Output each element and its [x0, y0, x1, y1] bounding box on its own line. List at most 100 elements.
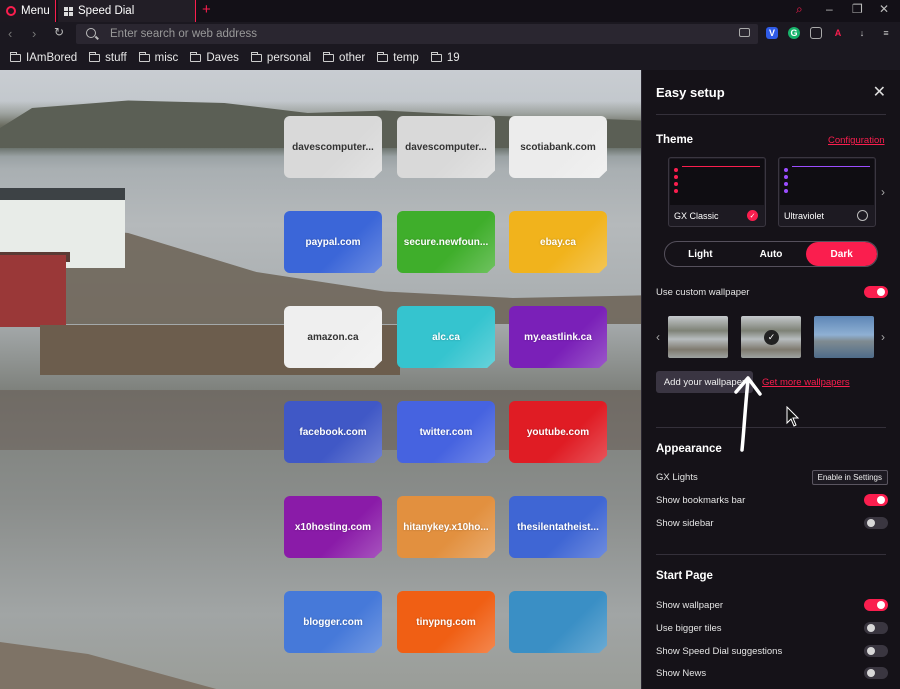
tile-label: facebook.com	[299, 426, 367, 438]
bookmarks-bar-toggle[interactable]	[864, 494, 888, 506]
new-tab-button[interactable]: +	[202, 1, 211, 18]
url-box[interactable]	[76, 24, 758, 44]
adblock-extension-icon[interactable]: A	[832, 27, 844, 39]
configuration-link[interactable]: Configuration	[828, 135, 885, 146]
speed-dial-suggestions-toggle[interactable]	[864, 645, 888, 657]
speed-dial-page: davescomputer... davescomputer... scotiaba…	[0, 70, 641, 689]
bookmark-folder[interactable]: stuff	[89, 52, 127, 64]
theme-name: Ultraviolet	[784, 211, 825, 221]
speed-dial-tile[interactable]	[509, 591, 607, 653]
theme-radio[interactable]	[857, 210, 868, 221]
speed-dial-tile[interactable]: scotiabank.com	[509, 116, 607, 178]
bookmarks-bar: IAmBored stuff misc Daves personal other temp 1…	[0, 46, 900, 70]
start-page-heading: Start Page	[656, 570, 713, 582]
reload-icon[interactable]: ↻	[54, 25, 64, 39]
bigger-tiles-label: Use bigger tiles	[656, 622, 722, 634]
tile-label: blogger.com	[303, 616, 363, 628]
shield-extension-icon[interactable]: V	[766, 27, 778, 39]
speed-dial-suggestions-row: Show Speed Dial suggestions	[656, 643, 888, 659]
easy-setup-icon[interactable]: ≡	[880, 27, 892, 39]
speed-dial-tile[interactable]: alc.ca	[397, 306, 495, 368]
tile-label: thesilentatheist...	[517, 521, 599, 533]
bigger-tiles-toggle[interactable]	[864, 622, 888, 634]
minimize-icon[interactable]: –	[826, 2, 833, 16]
appearance-heading: Appearance	[656, 443, 722, 455]
show-news-toggle[interactable]	[864, 667, 888, 679]
speed-dial-tile[interactable]: davescomputer...	[284, 116, 382, 178]
enable-in-settings-button[interactable]: Enable in Settings	[811, 469, 888, 485]
search-tabs-icon[interactable]: ⌕	[796, 2, 803, 17]
opera-logo-icon	[6, 6, 16, 16]
mode-dark[interactable]: Dark	[806, 242, 877, 266]
bookmark-folder[interactable]: 19	[430, 52, 460, 64]
speed-dial-tile[interactable]: paypal.com	[284, 211, 382, 273]
theme-gx-classic[interactable]: GX Classic ✓	[668, 157, 766, 227]
speed-dial-tile[interactable]: my.eastlink.ca	[509, 306, 607, 368]
bookmark-folder[interactable]: IAmBored	[10, 52, 77, 64]
wallpaper-thumb[interactable]	[668, 316, 728, 358]
bookmark-folder[interactable]: misc	[138, 52, 179, 64]
close-window-icon[interactable]: ✕	[879, 2, 889, 16]
folder-icon	[323, 52, 335, 62]
tile-label: ebay.ca	[540, 236, 576, 248]
tile-label: youtube.com	[526, 426, 590, 438]
tab-speed-dial[interactable]: Speed Dial	[58, 0, 196, 22]
easy-setup-panel: Easy setup ✕ Theme Configuration GX Clas…	[641, 70, 900, 689]
add-wallpaper-button[interactable]: Add your wallpaper	[656, 371, 753, 393]
cube-extension-icon[interactable]	[810, 27, 822, 39]
themes-next-icon[interactable]: ›	[881, 185, 885, 199]
address-bar: ‹ › ↻ V G A ↓ ≡	[0, 22, 900, 46]
speed-dial-tile[interactable]: amazon.ca	[284, 306, 382, 368]
theme-ultraviolet[interactable]: Ultraviolet	[778, 157, 876, 227]
bigger-tiles-row: Use bigger tiles	[656, 620, 888, 636]
speed-dial-tile[interactable]: x10hosting.com	[284, 496, 382, 558]
bookmark-folder[interactable]: other	[323, 52, 365, 64]
speed-dial-tile[interactable]: hitanykey.x10ho...	[397, 496, 495, 558]
bookmark-folder[interactable]: personal	[250, 52, 311, 64]
sidebar-toggle[interactable]	[864, 517, 888, 529]
theme-selected-radio[interactable]: ✓	[747, 210, 758, 221]
mode-light[interactable]: Light	[665, 242, 736, 266]
speed-dial-tile[interactable]: ebay.ca	[509, 211, 607, 273]
wallpaper-thumb-selected[interactable]: ✓	[741, 316, 801, 358]
show-wallpaper-row: Show wallpaper	[656, 597, 888, 613]
divider	[656, 554, 886, 555]
speed-dial-tile[interactable]: secure.newfoun...	[397, 211, 495, 273]
restore-icon[interactable]: ❐	[852, 2, 863, 16]
show-sidebar-label: Show sidebar	[656, 517, 714, 529]
speed-dial-tile[interactable]: blogger.com	[284, 591, 382, 653]
snapshot-icon[interactable]	[739, 28, 750, 37]
wallpapers-prev-icon[interactable]: ‹	[656, 330, 660, 344]
speed-dial-tile[interactable]: thesilentatheist...	[509, 496, 607, 558]
speed-dial-tile[interactable]: tinypng.com	[397, 591, 495, 653]
theme-preview	[780, 159, 874, 205]
speed-dial-suggestions-label: Show Speed Dial suggestions	[656, 645, 783, 657]
forward-icon[interactable]: ›	[32, 26, 36, 41]
mouse-cursor-icon	[786, 406, 800, 427]
bookmark-label: misc	[154, 52, 179, 64]
speed-dial-tile[interactable]: youtube.com	[509, 401, 607, 463]
speed-dial-tile[interactable]: facebook.com	[284, 401, 382, 463]
speed-dial-tile[interactable]: twitter.com	[397, 401, 495, 463]
bookmarks-bar-row: Show bookmarks bar	[656, 492, 888, 508]
bookmark-folder[interactable]: Daves	[190, 52, 239, 64]
tab-bar: Menu Speed Dial + ⌕ – ❐ ✕	[0, 0, 900, 22]
bookmark-folder[interactable]: temp	[377, 52, 419, 64]
menu-button[interactable]: Menu	[0, 0, 56, 22]
theme-preview	[670, 159, 764, 205]
grammarly-extension-icon[interactable]: G	[788, 27, 800, 39]
custom-wallpaper-toggle[interactable]	[864, 286, 888, 298]
wallpaper-thumb[interactable]	[814, 316, 874, 358]
more-wallpapers-link[interactable]: Get more wallpapers	[762, 377, 850, 388]
download-icon[interactable]: ↓	[856, 27, 868, 39]
tile-label: secure.newfoun...	[403, 236, 489, 248]
mode-auto[interactable]: Auto	[736, 242, 807, 266]
divider	[656, 114, 886, 115]
speed-dial-tile[interactable]: davescomputer...	[397, 116, 495, 178]
show-wallpaper-toggle[interactable]	[864, 599, 888, 611]
wallpapers-next-icon[interactable]: ›	[881, 330, 885, 344]
url-input[interactable]	[110, 26, 710, 42]
tile-label: tinypng.com	[416, 616, 476, 628]
close-panel-icon[interactable]: ✕	[873, 82, 886, 102]
back-icon[interactable]: ‹	[8, 26, 12, 41]
